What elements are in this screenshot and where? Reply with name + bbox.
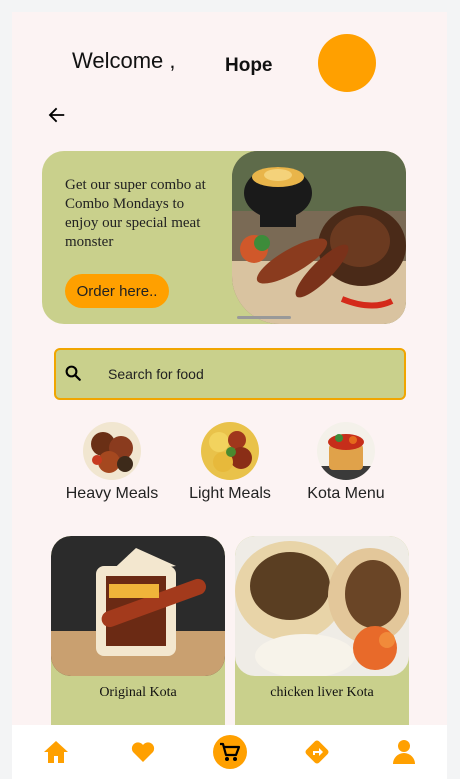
product-title: Original Kota	[99, 685, 177, 700]
bottom-navigation	[12, 725, 447, 779]
welcome-text: Welcome ,	[72, 48, 176, 73]
search-bar[interactable]	[54, 348, 406, 400]
order-here-button[interactable]: Order here..	[65, 274, 169, 308]
promo-banner: Get our super combo at Combo Mondays to …	[42, 151, 406, 324]
original-kota-image	[51, 536, 225, 676]
home-icon	[43, 741, 68, 763]
search-icon	[65, 365, 81, 381]
profile-icon	[392, 740, 415, 764]
search-input[interactable]	[108, 364, 388, 384]
category-light-meals[interactable]: Light Meals	[170, 422, 290, 503]
category-label: Light Meals	[189, 485, 271, 502]
chicken-liver-kota-image	[235, 536, 409, 676]
product-card-original-kota[interactable]: Original Kota	[51, 536, 225, 736]
heavy-meals-image	[83, 422, 141, 480]
carousel-indicator	[237, 316, 291, 319]
promo-food-image	[232, 151, 406, 324]
cart-icon	[212, 735, 247, 769]
nav-directions[interactable]	[297, 732, 337, 772]
promo-text: Get our super combo at Combo Mondays to …	[65, 177, 206, 250]
back-arrow-icon[interactable]	[45, 104, 67, 126]
product-card-chicken-liver-kota[interactable]: chicken liver Kota	[235, 536, 409, 736]
app-screen: Welcome , Hope Get our super combo at Co…	[12, 12, 447, 779]
nav-home[interactable]	[36, 732, 76, 772]
category-label: Heavy Meals	[65, 485, 159, 502]
heart-icon	[131, 742, 154, 762]
category-label: Kota Menu	[307, 485, 385, 502]
product-title: chicken liver Kota	[270, 685, 374, 700]
nav-favorites[interactable]	[123, 732, 163, 772]
nav-cart[interactable]	[210, 732, 250, 772]
kota-menu-image	[317, 422, 375, 480]
username: Hope	[225, 55, 273, 76]
directions-icon	[305, 740, 328, 764]
category-heavy-meals[interactable]: Heavy Meals	[52, 422, 172, 503]
avatar[interactable]	[318, 34, 376, 92]
light-meals-image	[201, 422, 259, 480]
category-kota-menu[interactable]: Kota Menu	[286, 422, 406, 503]
nav-profile[interactable]	[384, 732, 424, 772]
